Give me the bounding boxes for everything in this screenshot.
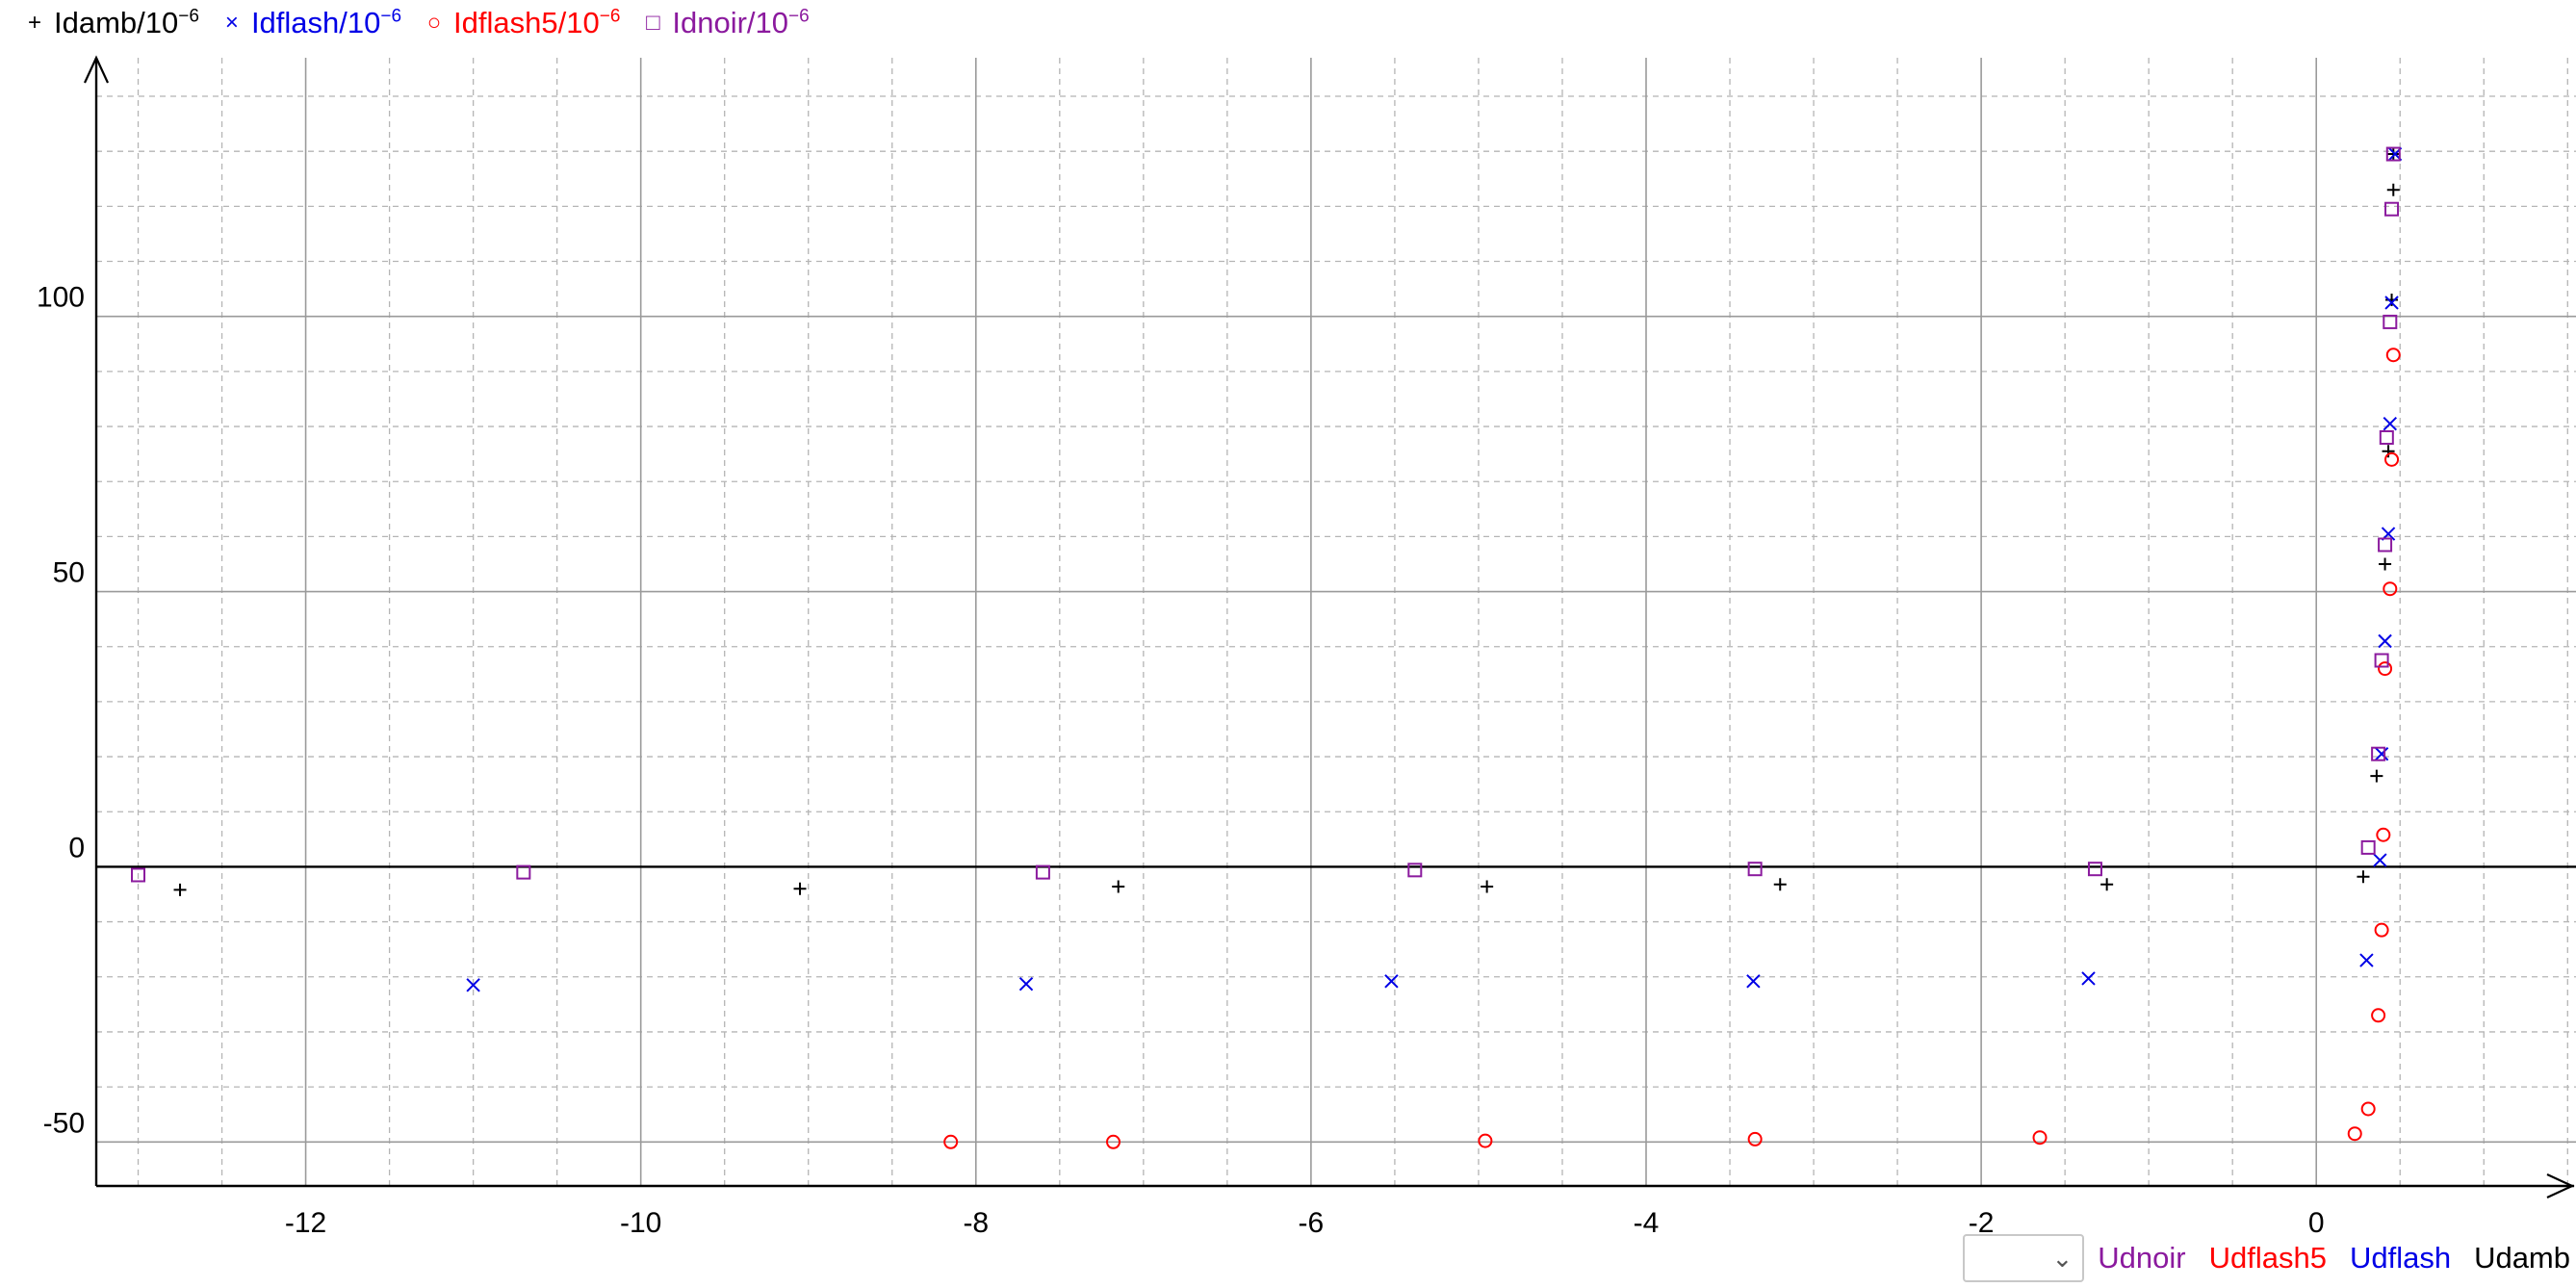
legend-label: Idflash/10−6	[250, 6, 402, 39]
legend-item-idflash5[interactable]: ○ Idflash5/10−6	[423, 6, 621, 40]
udflash-option[interactable]: Udflash	[2350, 1241, 2451, 1275]
y-tick-label: 50	[53, 557, 85, 589]
point-idamb	[2386, 183, 2400, 196]
point-idamb	[173, 883, 187, 896]
chart-legend: + Idamb/10−6 × Idflash/10−6 ○ Idflash5/1…	[23, 6, 831, 40]
point-idflash5	[2371, 1008, 2386, 1023]
cross-marker-icon: ×	[224, 10, 239, 36]
x-tick-label: -4	[1634, 1207, 1660, 1239]
x-tick-label: -10	[620, 1207, 661, 1239]
legend-item-idamb[interactable]: + Idamb/10−6	[23, 6, 199, 40]
circle-marker-icon: ○	[426, 10, 442, 36]
x-axis-variable-bar: ⌄ Udnoir Udflash5 Udflash Udamb	[1963, 1234, 2570, 1282]
chevron-down-icon: ⌄	[2051, 1244, 2074, 1273]
legend-label: Idnoir/10−6	[672, 6, 810, 39]
point-idnoir	[2379, 429, 2394, 445]
point-idflash5	[1747, 1131, 1763, 1146]
point-idamb	[2370, 769, 2383, 783]
point-idflash5	[2347, 1126, 2362, 1142]
point-idnoir	[2384, 201, 2400, 217]
point-idamb	[2379, 557, 2392, 571]
point-idamb	[2385, 294, 2399, 307]
axes	[84, 55, 2575, 1198]
legend-item-idnoir[interactable]: □ Idnoir/10−6	[641, 6, 810, 40]
point-idflash5	[2376, 827, 2391, 842]
plus-marker-icon: +	[27, 10, 41, 36]
y-tick-label: -50	[43, 1107, 85, 1139]
point-idamb	[2357, 870, 2370, 884]
square-marker-icon: □	[646, 10, 660, 36]
point-idamb	[1481, 880, 1494, 893]
point-idflash	[2378, 633, 2392, 649]
scatter-chart: -12 -10 -8 -6 -4 -2 0-50050100	[37, 55, 2576, 1239]
point-idnoir	[2360, 839, 2376, 855]
point-idflash5	[2384, 451, 2400, 467]
point-idnoir	[1747, 862, 1763, 877]
udflash5-option[interactable]: Udflash5	[2209, 1241, 2327, 1275]
series-idnoir	[131, 146, 2401, 883]
y-tick-label: 100	[37, 282, 85, 314]
x-tick-label: -6	[1299, 1207, 1325, 1239]
point-idamb	[1112, 880, 1125, 893]
point-idflash	[2383, 416, 2398, 431]
point-idflash5	[2378, 661, 2393, 677]
series-idflash5	[943, 348, 2401, 1149]
point-idflash	[2374, 747, 2389, 761]
point-idnoir	[2374, 653, 2389, 668]
udamb-option[interactable]: Udamb	[2474, 1241, 2570, 1275]
point-idflash5	[2385, 348, 2401, 363]
series-idamb	[173, 147, 2400, 896]
x-tick-label: -8	[963, 1207, 989, 1239]
legend-item-idflash[interactable]: × Idflash/10−6	[220, 6, 401, 40]
point-idflash	[2359, 953, 2374, 967]
point-idamb	[2386, 147, 2400, 161]
grid-lines	[96, 58, 2576, 1186]
point-idamb	[2100, 878, 2114, 891]
point-idamb	[793, 882, 807, 895]
point-idflash5	[1478, 1133, 1493, 1148]
point-idnoir	[2378, 537, 2393, 553]
series-idflash	[466, 146, 2403, 992]
x-variable-select[interactable]: ⌄	[1963, 1234, 2085, 1282]
point-idflash5	[2383, 581, 2398, 597]
point-idflash	[1018, 976, 1034, 992]
data-points	[131, 146, 2403, 1149]
point-idamb	[1773, 878, 1787, 891]
point-idamb	[2382, 445, 2395, 458]
point-idflash5	[2374, 922, 2389, 938]
x-tick-label: -12	[285, 1207, 326, 1239]
point-idnoir	[2383, 314, 2398, 329]
point-idflash5	[2360, 1101, 2376, 1117]
point-idnoir	[2087, 862, 2102, 877]
point-idflash	[2081, 971, 2096, 986]
udnoir-option[interactable]: Udnoir	[2098, 1241, 2185, 1275]
legend-label: Idamb/10−6	[54, 6, 199, 39]
y-tick-label: 0	[68, 832, 85, 863]
legend-label: Idflash5/10−6	[453, 6, 621, 39]
point-idflash	[2373, 853, 2387, 867]
